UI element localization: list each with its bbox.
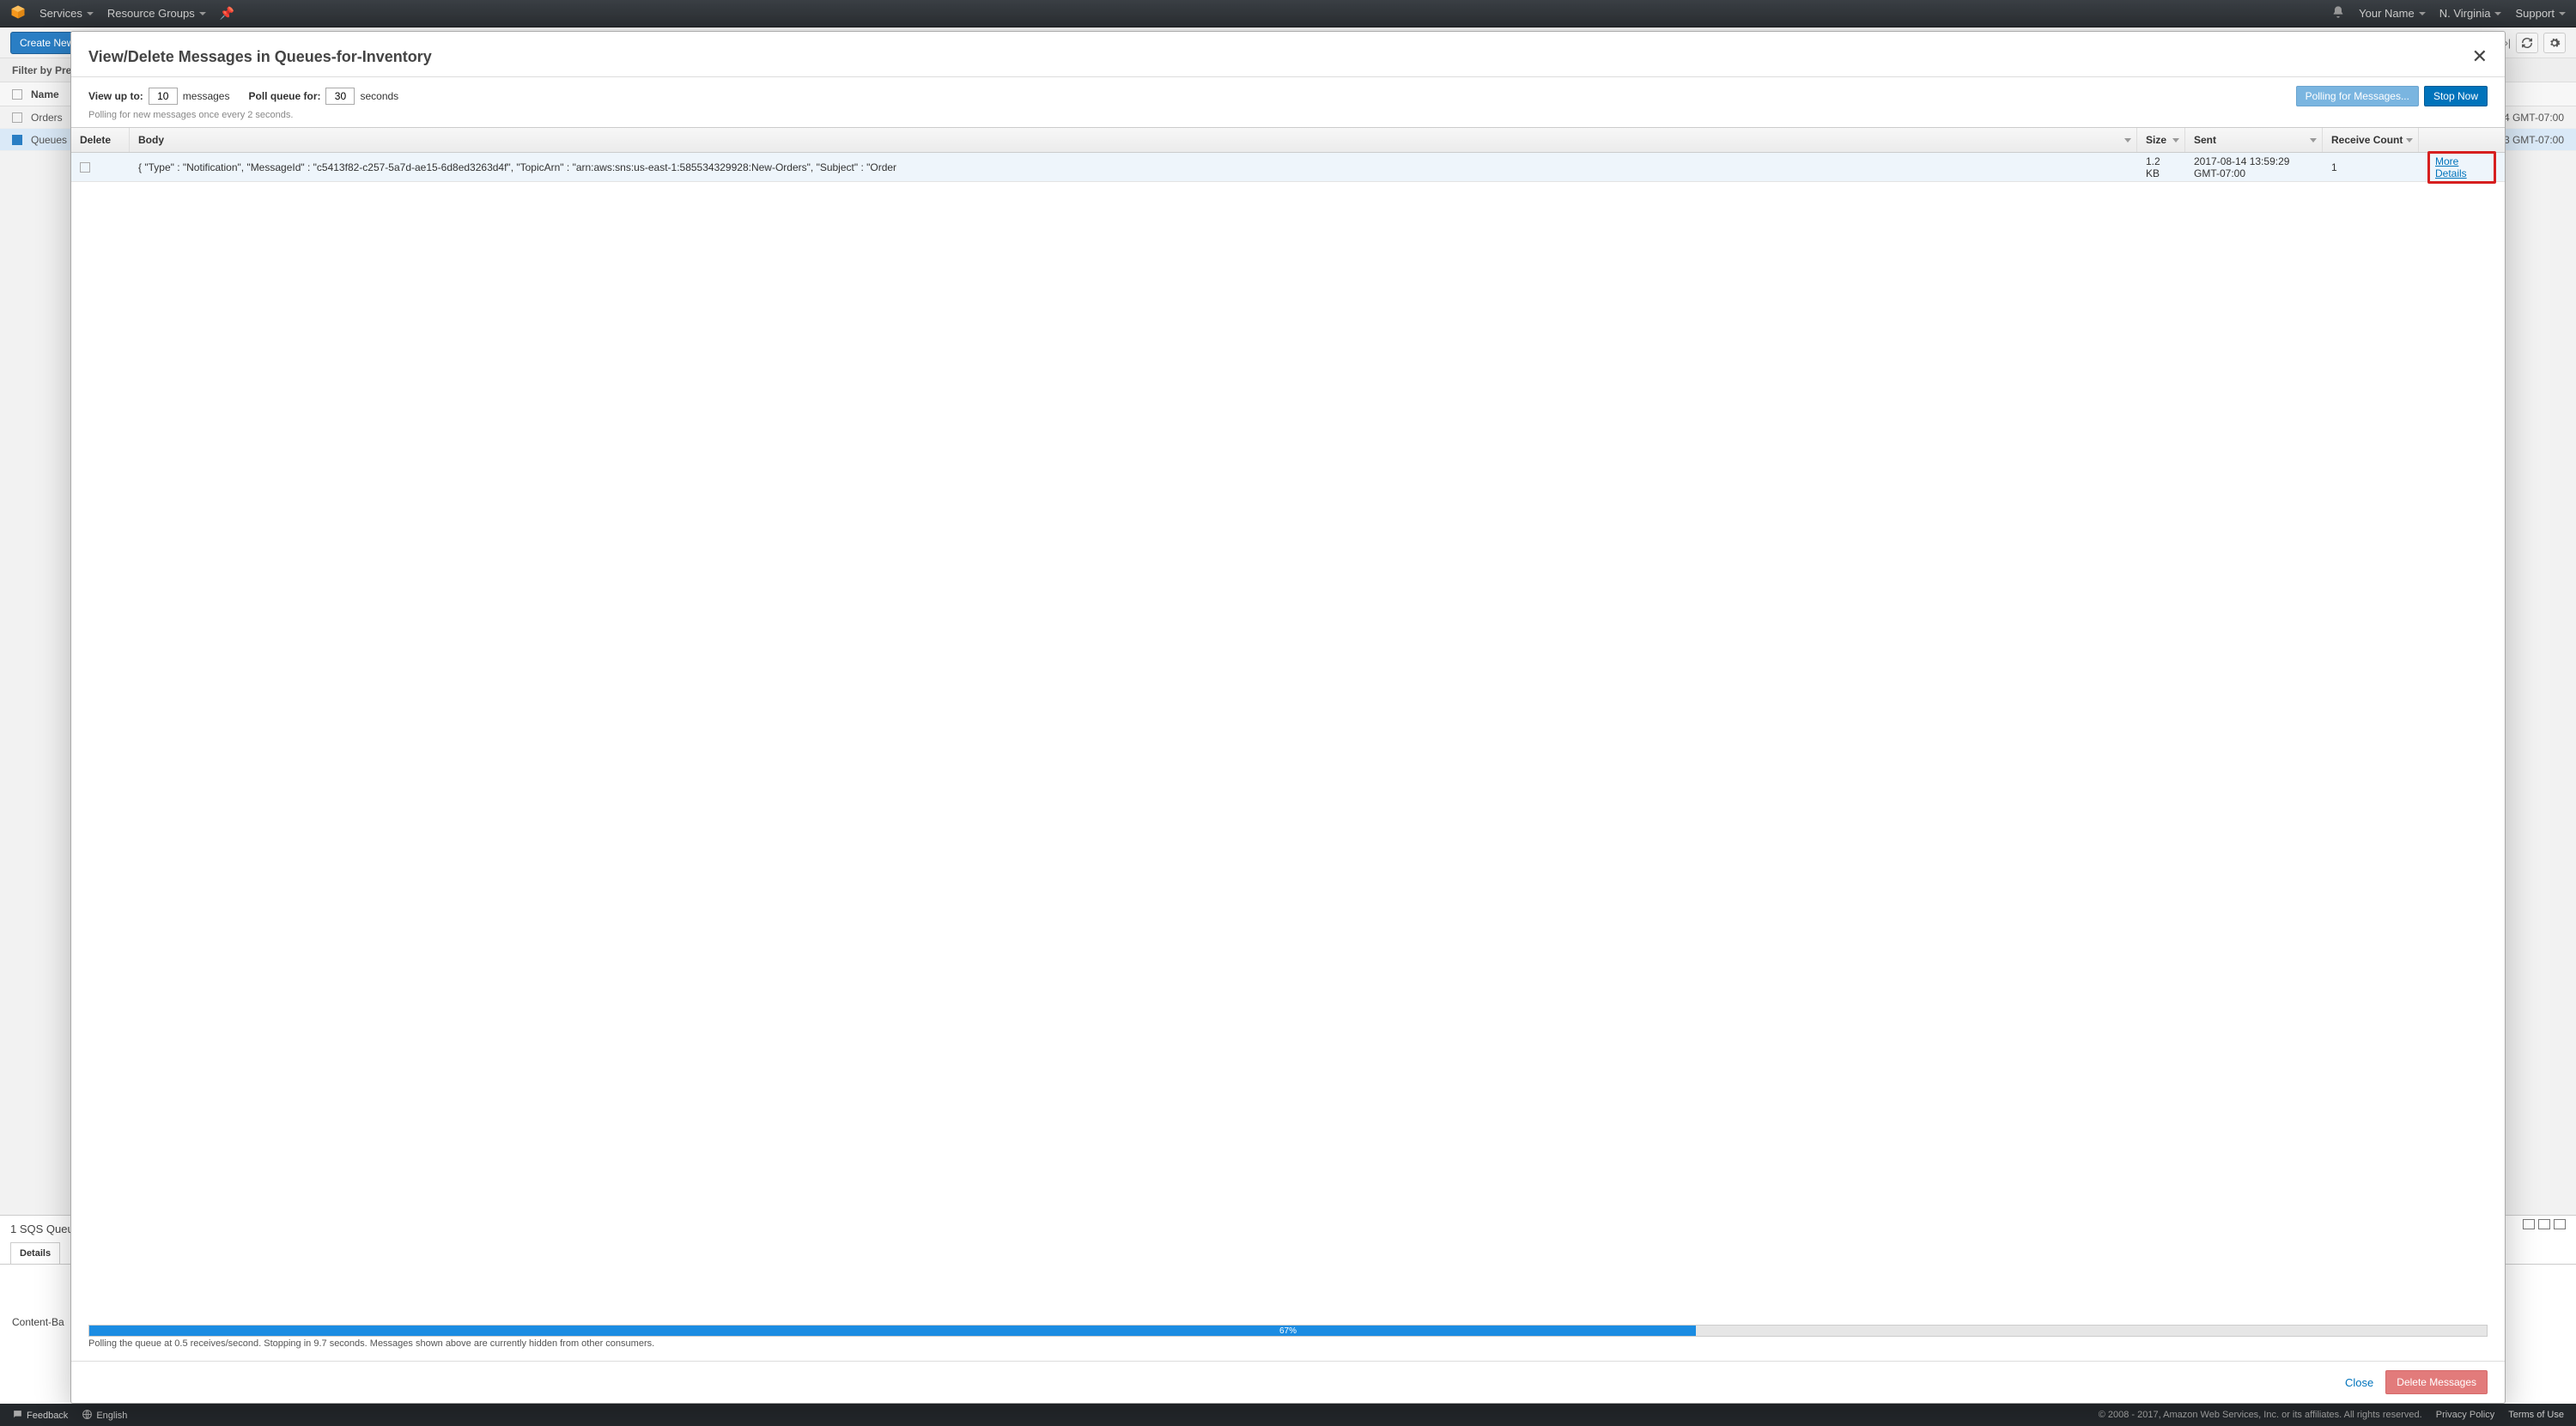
terms-link[interactable]: Terms of Use <box>2508 1410 2564 1420</box>
col-sent[interactable]: Sent <box>2185 128 2323 152</box>
message-sent: 2017-08-14 13:59:29 GMT-07:00 <box>2185 153 2323 181</box>
bell-icon[interactable] <box>2331 5 2345 21</box>
more-details-link[interactable]: More Details <box>2435 155 2467 179</box>
messages-table: Delete Body Size Sent Receive Count { "T… <box>71 127 2505 1325</box>
nav-support-label: Support <box>2515 7 2555 20</box>
modal-footer: Close Delete Messages <box>71 1361 2505 1403</box>
col-name: Name <box>31 88 59 100</box>
modal-header: View/Delete Messages in Queues-for-Inven… <box>71 32 2505 77</box>
poll-hint: Polling for new messages once every 2 se… <box>71 110 2505 127</box>
nav-resource-groups-label: Resource Groups <box>107 7 195 20</box>
more-details-highlight: More Details <box>2427 151 2496 184</box>
col-receive-count[interactable]: Receive Count <box>2323 128 2419 152</box>
delete-messages-button[interactable]: Delete Messages <box>2385 1370 2488 1394</box>
caret-down-icon <box>2419 12 2426 15</box>
caret-down-icon <box>2559 12 2566 15</box>
bottom-bar: Feedback English © 2008 - 2017, Amazon W… <box>0 1404 2576 1426</box>
polling-caption: Polling the queue at 0.5 receives/second… <box>71 1337 2505 1361</box>
close-icon[interactable]: ✕ <box>2472 46 2488 68</box>
row-checkbox[interactable] <box>12 135 22 145</box>
caret-down-icon <box>87 12 94 15</box>
caret-down-icon <box>2494 12 2501 15</box>
nav-user-label: Your Name <box>2359 7 2415 20</box>
select-all-checkbox[interactable] <box>12 89 22 100</box>
nav-services[interactable]: Services <box>39 7 94 20</box>
row-ts: 3 GMT-07:00 <box>2504 134 2564 146</box>
message-receive-count: 1 <box>2323 153 2419 181</box>
settings-button[interactable] <box>2543 33 2566 53</box>
row-name: Queues <box>31 134 67 146</box>
poll-for-label: Poll queue for: <box>248 90 320 102</box>
caret-down-icon <box>199 12 206 15</box>
view-upto-label: View up to: <box>88 90 143 102</box>
messages-word: messages <box>183 90 230 102</box>
message-size: 1.2 KB <box>2137 153 2185 181</box>
nav-user[interactable]: Your Name <box>2359 7 2426 20</box>
privacy-link[interactable]: Privacy Policy <box>2436 1410 2494 1420</box>
nav-support[interactable]: Support <box>2515 7 2566 20</box>
top-nav: Services Resource Groups 📌 Your Name N. … <box>0 0 2576 27</box>
col-actions <box>2419 128 2505 152</box>
aws-logo-icon[interactable] <box>10 4 26 22</box>
nav-services-label: Services <box>39 7 82 20</box>
col-size[interactable]: Size <box>2137 128 2185 152</box>
row-name: Orders <box>31 112 63 124</box>
poll-for-input[interactable] <box>325 88 355 105</box>
delete-checkbox[interactable] <box>80 162 90 173</box>
language-link[interactable]: English <box>82 1409 127 1421</box>
layout-icon-2[interactable] <box>2538 1219 2550 1229</box>
sort-caret-icon <box>2406 138 2413 143</box>
row-checkbox[interactable] <box>12 112 22 123</box>
messages-table-header: Delete Body Size Sent Receive Count <box>71 127 2505 153</box>
message-row[interactable]: { "Type" : "Notification", "MessageId" :… <box>71 153 2505 182</box>
row-ts: 4 GMT-07:00 <box>2504 112 2564 124</box>
polling-progress-fill <box>89 1326 1696 1336</box>
polling-progress-label: 67% <box>1279 1326 1297 1338</box>
close-link[interactable]: Close <box>2345 1376 2373 1389</box>
refresh-button[interactable] <box>2516 33 2538 53</box>
sort-caret-icon <box>2172 138 2179 143</box>
view-delete-messages-modal: View/Delete Messages in Queues-for-Inven… <box>70 31 2506 1404</box>
tab-details[interactable]: Details <box>10 1242 60 1264</box>
nav-region-label: N. Virginia <box>2439 7 2491 20</box>
polling-button: Polling for Messages... <box>2296 86 2419 106</box>
layout-icon-1[interactable] <box>2523 1219 2535 1229</box>
nav-region[interactable]: N. Virginia <box>2439 7 2502 20</box>
stop-now-button[interactable]: Stop Now <box>2424 86 2488 106</box>
layout-icon-3[interactable] <box>2554 1219 2566 1229</box>
sort-caret-icon <box>2124 138 2131 143</box>
modal-controls: View up to: messages Poll queue for: sec… <box>71 77 2505 110</box>
polling-progress: 67% <box>88 1325 2488 1337</box>
modal-title: View/Delete Messages in Queues-for-Inven… <box>88 48 432 66</box>
col-body[interactable]: Body <box>130 128 2137 152</box>
col-delete[interactable]: Delete <box>71 128 130 152</box>
sort-caret-icon <box>2310 138 2317 143</box>
view-upto-input[interactable] <box>149 88 178 105</box>
message-body: { "Type" : "Notification", "MessageId" :… <box>130 153 2137 181</box>
pin-icon[interactable]: 📌 <box>220 6 234 21</box>
nav-resource-groups[interactable]: Resource Groups <box>107 7 206 20</box>
feedback-link[interactable]: Feedback <box>12 1409 68 1421</box>
copyright: © 2008 - 2017, Amazon Web Services, Inc.… <box>2099 1410 2422 1420</box>
seconds-word: seconds <box>360 90 398 102</box>
